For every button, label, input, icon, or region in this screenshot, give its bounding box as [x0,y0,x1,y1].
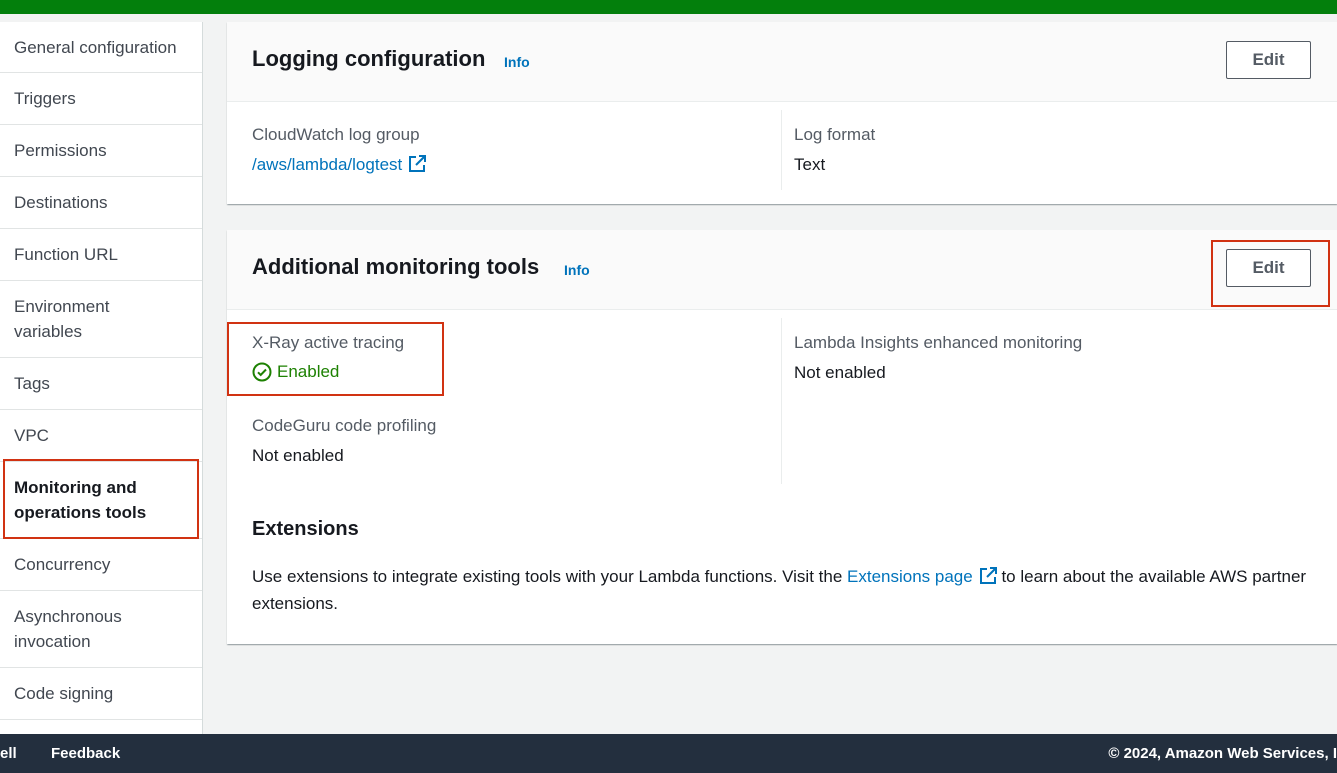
log-format-value: Text [794,155,826,174]
logging-card-header: Logging configuration Info Edit [227,22,1337,102]
feedback-link[interactable]: Feedback [51,745,120,762]
insights-value: Not enabled [794,363,886,382]
sidebar-item-permissions[interactable]: Permissions [0,125,202,177]
external-link-icon[interactable] [979,567,997,585]
sidebar-item-general-configuration[interactable]: General configuration [0,22,202,73]
sidebar-nav: General configuration Triggers Permissio… [0,22,203,734]
codeguru-label: CodeGuru code profiling [252,416,437,435]
insights-label: Lambda Insights enhanced monitoring [794,333,1083,352]
xray-status: Enabled [252,362,339,382]
extensions-description: Use extensions to integrate existing too… [252,567,1307,613]
sidebar-item-asynchronous-invocation[interactable]: Asynchronous invocation [0,591,202,668]
log-format-label: Log format [794,125,876,144]
copyright-text: © 2024, Amazon Web Services, I [1108,745,1337,762]
monitoring-title: Additional monitoring tools [252,254,540,279]
console-footer: ell Feedback © 2024, Amazon Web Services… [0,734,1337,773]
monitoring-info-link[interactable]: Info [564,262,590,278]
sidebar-item-environment-variables[interactable]: Environment variables [0,281,202,358]
monitoring-card-header: Additional monitoring tools Info Edit [227,230,1337,310]
monitoring-edit-button[interactable]: Edit [1226,249,1311,287]
check-circle-icon [252,362,272,382]
logging-info-link[interactable]: Info [504,54,530,70]
codeguru-value: Not enabled [252,446,344,465]
top-status-bar [0,0,1337,14]
cloudshell-link[interactable]: ell [0,745,17,762]
extensions-title: Extensions [252,518,359,540]
sidebar-item-monitoring[interactable]: Monitoring and operations tools [0,462,202,539]
logging-title: Logging configuration [252,46,486,71]
extensions-page-link[interactable]: Extensions page [847,567,973,586]
logging-edit-button[interactable]: Edit [1226,41,1311,79]
monitoring-tools-card: Additional monitoring tools Info Edit X-… [227,230,1337,644]
sidebar-item-vpc[interactable]: VPC [0,410,202,462]
sidebar-item-tags[interactable]: Tags [0,358,202,410]
sidebar-item-triggers[interactable]: Triggers [0,73,202,125]
external-link-icon[interactable] [408,155,427,173]
sidebar-item-concurrency[interactable]: Concurrency [0,539,202,591]
logging-configuration-card: Logging configuration Info Edit CloudWat… [227,22,1337,204]
log-group-value: /aws/lambda/logtest [252,155,427,175]
sidebar-item-destinations[interactable]: Destinations [0,177,202,229]
xray-label: X-Ray active tracing [252,333,405,352]
sidebar-item-function-url[interactable]: Function URL [0,229,202,281]
log-group-label: CloudWatch log group [252,125,420,144]
sidebar-item-code-signing[interactable]: Code signing [0,668,202,720]
log-group-link[interactable]: /aws/lambda/logtest [252,155,402,174]
